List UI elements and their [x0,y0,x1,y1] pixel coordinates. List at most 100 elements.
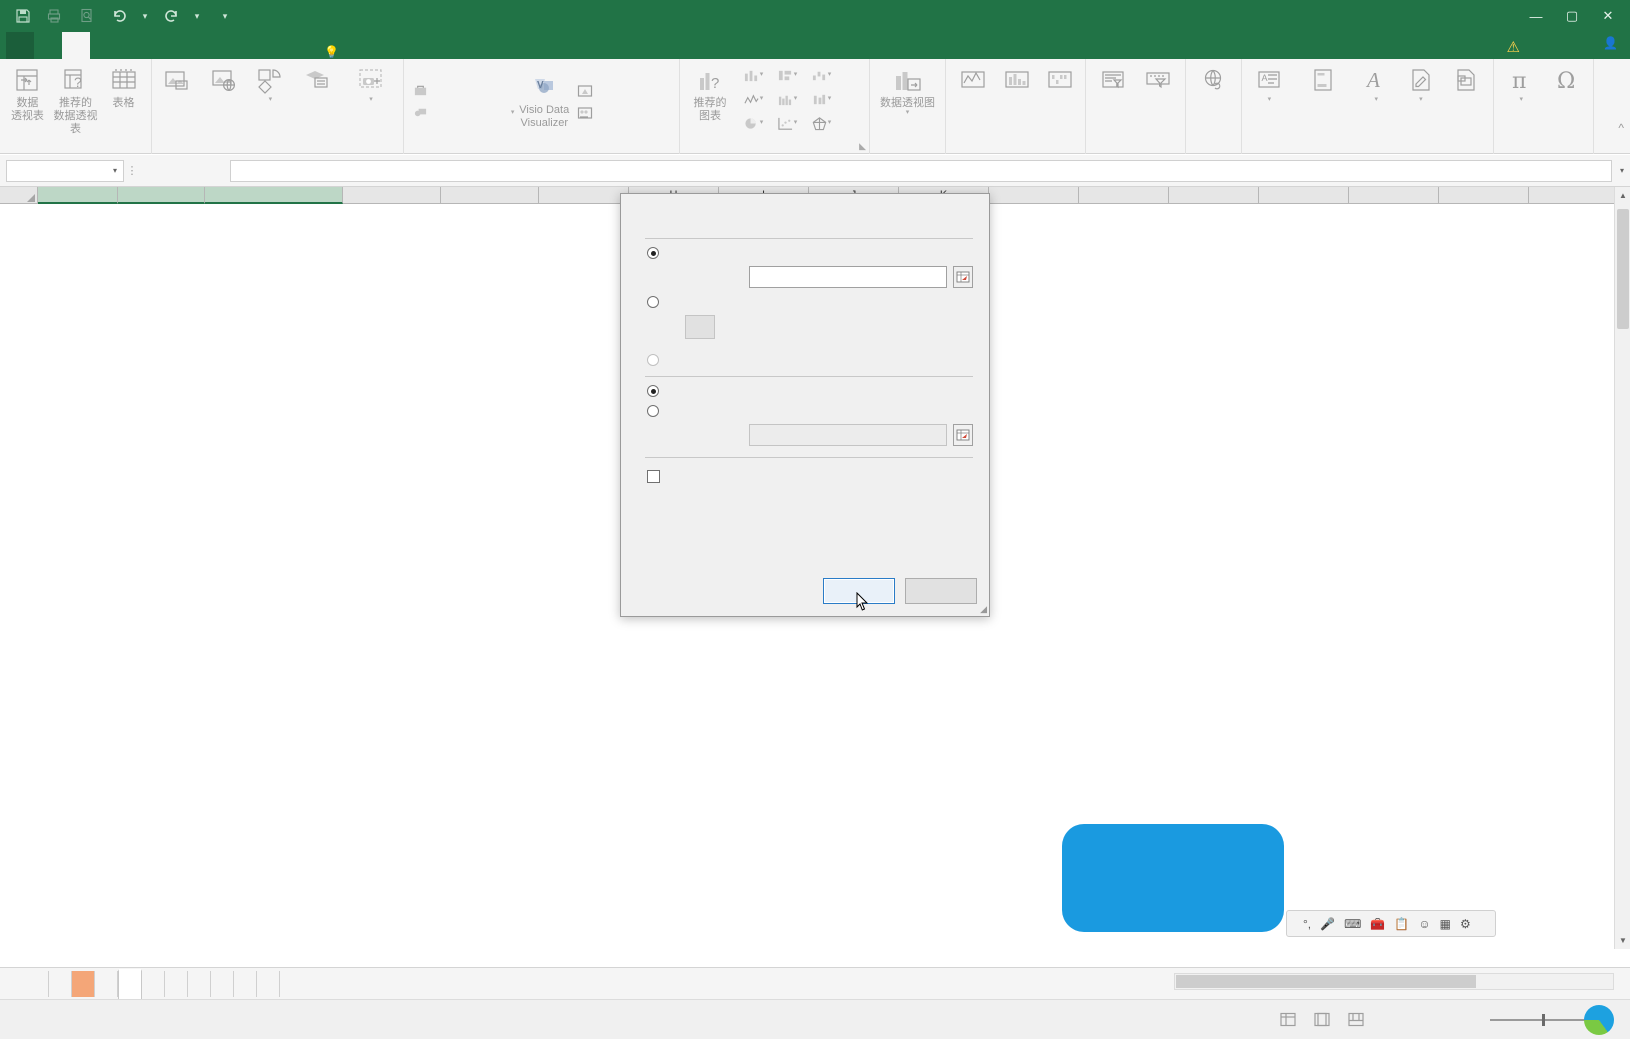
create-pivottable-dialog[interactable]: ◢ [620,193,990,617]
minimize-button[interactable]: — [1518,9,1554,24]
emoji-icon[interactable]: ☺ [1418,917,1430,931]
tab-formulas[interactable] [118,32,146,59]
ime-toolbar[interactable]: °, 🎤 ⌨ 🧰 📋 ☺ ▦ ⚙ [1286,910,1496,937]
col-header-A[interactable] [38,187,118,204]
radio-new-worksheet[interactable] [647,385,659,397]
radio-external-source[interactable] [647,296,659,308]
stock-chart-button[interactable]: ▾ [804,87,838,111]
people-graph-button[interactable] [574,102,673,123]
tell-me-box[interactable]: 💡 [314,45,353,59]
col-header-C[interactable] [118,187,205,204]
sparkline-column-button[interactable] [996,63,1038,97]
col-header-G[interactable] [539,187,629,204]
my-addins-button[interactable] [410,102,509,123]
quick-print-icon[interactable] [40,3,70,29]
vertical-scrollbar[interactable]: ▲ ▼ [1614,187,1630,949]
wordart-caret-icon[interactable]: ▾ [1374,96,1378,103]
column-chart-button[interactable]: ▾ [736,63,770,87]
hyperlink-button[interactable] [1192,63,1235,97]
textbox-caret-icon[interactable]: ▾ [1268,96,1272,103]
col-header-O[interactable] [1259,187,1349,204]
radar-chart-button[interactable]: ▾ [804,111,838,135]
maximize-button[interactable]: ▢ [1554,8,1590,24]
histogram-button[interactable]: ▾ [770,87,804,111]
table-button[interactable]: 表格 [102,63,145,110]
share-button[interactable]: 👤 [1603,36,1622,50]
radio-table-range[interactable] [647,247,659,259]
signature-caret-icon[interactable]: ▾ [1419,96,1423,103]
col-header-Q[interactable] [1439,187,1529,204]
sparkline-line-button[interactable] [952,63,994,97]
pivot-chart-caret-icon[interactable]: ▾ [906,109,910,116]
tab-home[interactable] [34,32,62,59]
equation-caret-icon[interactable]: ▾ [1519,96,1523,103]
symbol-button[interactable]: Ω [1545,63,1588,97]
scatter-chart-button[interactable]: ▾ [770,111,804,135]
tab-kingsoft-docs[interactable] [286,32,314,59]
col-header-E[interactable] [343,187,441,204]
sheet-tab-sheet1[interactable] [234,970,257,997]
tab-view[interactable] [202,32,230,59]
waterfall-chart-button[interactable]: ▾ [804,63,838,87]
col-header-N[interactable] [1169,187,1259,204]
screenshot-caret-icon[interactable]: ▾ [369,96,373,103]
col-header-F[interactable] [441,187,539,204]
expand-formula-bar-icon[interactable]: ▾ [1614,166,1630,175]
line-chart-button[interactable]: ▾ [736,87,770,111]
pivot-chart-button[interactable]: 数据透视图 ▾ [876,63,939,116]
col-header-L[interactable] [989,187,1079,204]
apps-icon[interactable]: ▦ [1440,917,1451,931]
screenshot-button[interactable]: ▾ [345,63,397,103]
radio-external-source-row[interactable] [647,296,973,308]
undo-icon[interactable] [104,3,134,29]
tab-pdf-tools[interactable] [258,32,286,59]
keyboard-icon[interactable]: ⌨ [1344,917,1361,931]
normal-view-icon[interactable] [1280,1012,1296,1027]
redo-dropdown-icon[interactable]: ▾ [188,3,206,29]
sheet-tab-sheet7[interactable] [211,970,234,997]
name-box[interactable]: ▾ [6,159,124,182]
pivot-table-button[interactable]: 数据 透视表 [6,63,49,123]
sheet-tab-yuangongxinxi[interactable] [95,970,118,997]
punct-icon[interactable]: °, [1303,917,1311,931]
radio-table-range-row[interactable] [647,247,973,259]
checkbox-add-to-model-row[interactable] [647,470,973,483]
radio-existing-worksheet[interactable] [647,405,659,417]
smartart-button[interactable] [291,63,343,97]
location-input[interactable] [749,424,947,446]
sheet-tab-sheet6[interactable] [188,970,211,997]
print-preview-icon[interactable] [72,3,102,29]
radio-new-worksheet-row[interactable] [647,385,973,397]
col-header-P[interactable] [1349,187,1439,204]
page-break-view-icon[interactable] [1348,1012,1364,1027]
recommended-chart-button[interactable]: ? 推荐的 图表 [686,63,734,123]
dialog-resize-grip[interactable]: ◢ [980,604,987,615]
visio-data-visualizer-button[interactable]: V Visio Data Visualizer [516,70,572,130]
vertical-scroll-thumb[interactable] [1617,209,1629,329]
horizontal-scrollbar[interactable] [1174,973,1614,990]
sheet-tab-sheet5[interactable] [165,970,188,997]
tab-insert[interactable] [62,32,90,59]
bing-maps-button[interactable] [574,80,673,101]
sheet-tab-kechengbiao[interactable] [72,970,95,997]
sparkline-winloss-button[interactable] [1041,63,1079,97]
cancel-button[interactable] [905,578,977,604]
tab-review[interactable] [174,32,202,59]
tab-data[interactable] [146,32,174,59]
tab-developer[interactable] [230,32,258,59]
status-bar-views[interactable] [1280,1012,1364,1027]
slicer-button[interactable] [1092,63,1135,97]
formula-input[interactable] [230,159,1612,182]
shapes-caret-icon[interactable]: ▾ [269,96,273,103]
toolbox-icon[interactable]: 🧰 [1370,917,1385,931]
settings-icon[interactable]: ⚙ [1460,917,1471,931]
bar-chart-button[interactable]: ▾ [770,63,804,87]
col-header-M[interactable] [1079,187,1169,204]
header-footer-button[interactable] [1293,63,1353,97]
tab-page-layout[interactable] [90,32,118,59]
pie-chart-button[interactable]: ▾ [736,111,770,135]
customize-qat-icon[interactable]: ▾ [216,3,234,29]
window-buttons[interactable]: — ▢ ✕ [1518,0,1626,32]
textbox-button[interactable]: A ▾ [1248,63,1291,103]
object-button[interactable] [1444,63,1487,97]
